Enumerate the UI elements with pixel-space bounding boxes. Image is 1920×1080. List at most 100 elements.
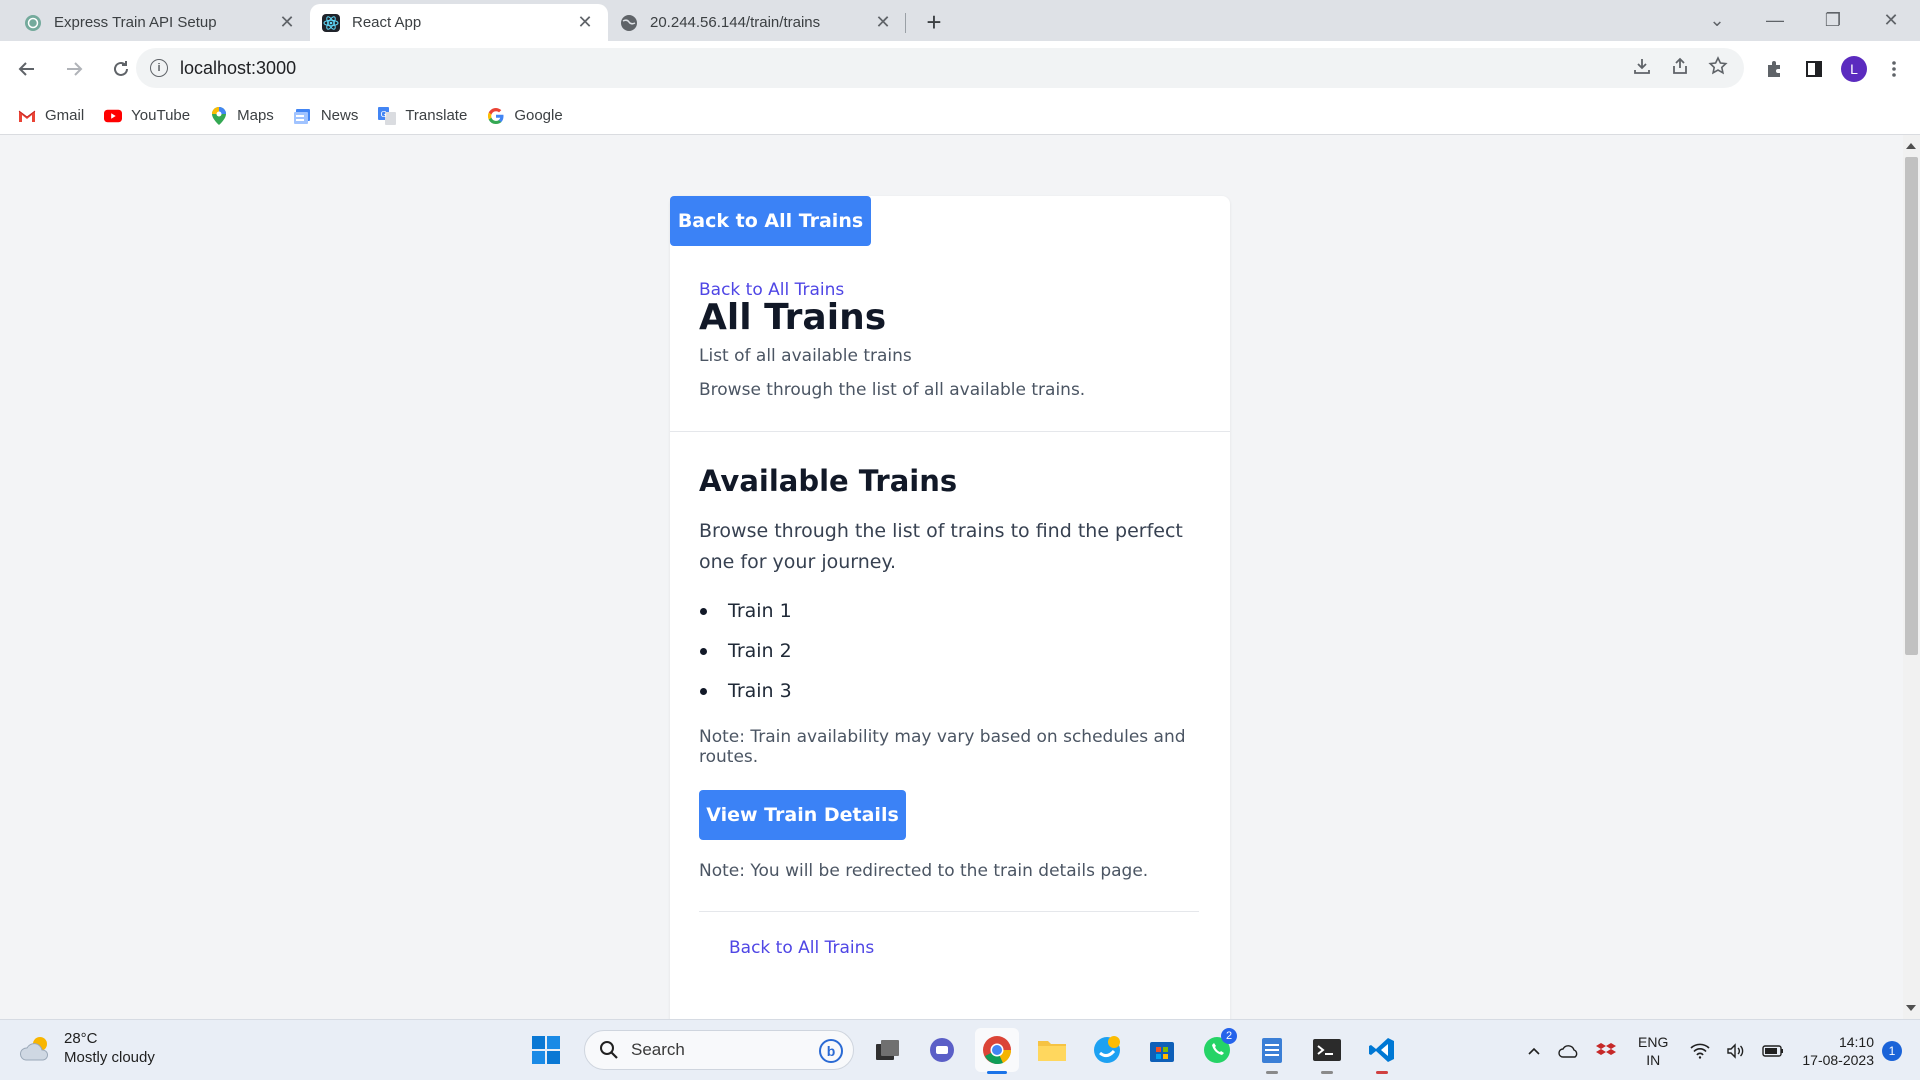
running-indicator — [1321, 1071, 1333, 1074]
system-clock[interactable]: 14:10 17-08-2023 — [1802, 1033, 1874, 1069]
bookmark-news[interactable]: News — [293, 107, 359, 125]
page-description: Browse through the list of all available… — [699, 380, 1086, 400]
svg-text:G: G — [381, 110, 387, 119]
bookmark-label: News — [320, 107, 359, 124]
bookmark-youtube[interactable]: YouTube — [104, 107, 190, 125]
divider — [699, 911, 1199, 912]
close-icon[interactable]: ✕ — [872, 12, 894, 34]
close-window-button[interactable]: ✕ — [1862, 10, 1920, 31]
bookmark-label: YouTube — [131, 107, 191, 124]
youtube-icon — [104, 107, 123, 125]
taskbar-search[interactable]: Search b — [584, 1030, 854, 1070]
chatgpt-icon — [24, 14, 42, 32]
bullet-icon — [700, 607, 707, 615]
trains-card: Back to All Trains Back to All Trains Al… — [670, 196, 1230, 1019]
weather-condition: Mostly cloudy — [64, 1049, 155, 1066]
bookmark-translate[interactable]: G Translate — [378, 106, 468, 125]
bullet-icon — [700, 647, 707, 655]
task-view-icon[interactable] — [865, 1028, 909, 1072]
chrome-icon[interactable] — [975, 1028, 1019, 1074]
view-train-details-button[interactable]: View Train Details — [699, 790, 906, 840]
bookmark-star-icon[interactable] — [1708, 55, 1728, 81]
tab-express-train-api[interactable]: Express Train API Setup ✕ — [12, 4, 310, 41]
page-scrollbar[interactable] — [1903, 135, 1920, 1019]
back-to-all-trains-button[interactable]: Back to All Trains — [670, 196, 871, 246]
scroll-down-arrow-icon[interactable] — [1906, 1005, 1916, 1011]
scroll-thumb[interactable] — [1905, 157, 1918, 655]
chevron-up-icon[interactable] — [1526, 1043, 1542, 1059]
language-indicator[interactable]: ENG IN — [1638, 1033, 1668, 1069]
browser-tab-strip: Express Train API Setup ✕ React App ✕ 20… — [0, 0, 1920, 41]
new-tab-button[interactable]: + — [916, 4, 952, 41]
bookmark-gmail[interactable]: Gmail — [18, 107, 84, 125]
share-icon[interactable] — [1670, 56, 1690, 81]
tab-train-api-endpoint[interactable]: 20.244.56.144/train/trains ✕ — [608, 4, 906, 41]
wifi-icon[interactable] — [1690, 1043, 1710, 1059]
whatsapp-icon[interactable]: 2 — [1195, 1028, 1239, 1072]
windows-start-icon[interactable] — [524, 1028, 568, 1072]
tab-separator — [905, 13, 906, 33]
bookmark-google[interactable]: Google — [487, 107, 563, 125]
teams-chat-icon[interactable] — [920, 1028, 964, 1072]
list-item: Train 3 — [699, 671, 1199, 711]
bullet-icon — [700, 687, 707, 695]
train-list: Train 1 Train 2 Train 3 — [699, 591, 1199, 711]
file-explorer-icon[interactable] — [1030, 1028, 1074, 1072]
edge-icon[interactable] — [1085, 1028, 1129, 1072]
side-panel-icon[interactable] — [1798, 53, 1830, 85]
bookmarks-bar: Gmail YouTube Maps News G Translate Goog… — [0, 97, 1920, 135]
train-name: Train 3 — [728, 680, 792, 702]
card-header: Back to All Trains All Trains List of al… — [699, 280, 1199, 400]
notification-badge: 2 — [1221, 1028, 1237, 1044]
scroll-up-arrow-icon[interactable] — [1906, 143, 1916, 149]
close-icon[interactable]: ✕ — [276, 12, 298, 34]
react-icon — [322, 13, 340, 32]
volume-icon[interactable] — [1726, 1042, 1746, 1059]
section-description: Browse through the list of trains to fin… — [699, 520, 1183, 573]
train-name: Train 1 — [728, 600, 792, 622]
close-icon[interactable]: ✕ — [574, 12, 596, 34]
train-name: Train 2 — [728, 640, 792, 662]
bookmark-label: Translate — [405, 107, 468, 124]
minimize-button[interactable]: — — [1746, 10, 1804, 31]
restore-button[interactable]: ❐ — [1804, 10, 1862, 31]
extensions-icon[interactable] — [1758, 53, 1790, 85]
clock-date: 17-08-2023 — [1802, 1051, 1874, 1068]
bookmark-maps[interactable]: Maps — [210, 106, 274, 125]
language-code: ENG — [1638, 1033, 1669, 1050]
back-icon[interactable] — [7, 49, 47, 89]
tab-search-icon[interactable]: ⌄ — [1688, 10, 1746, 31]
reload-icon[interactable] — [101, 49, 141, 89]
battery-icon[interactable] — [1762, 1044, 1784, 1058]
site-info-icon[interactable]: i — [150, 59, 168, 77]
profile-avatar[interactable]: L — [1838, 53, 1870, 85]
tab-react-app[interactable]: React App ✕ — [310, 4, 608, 41]
bing-icon[interactable]: b — [819, 1039, 843, 1063]
bottom-back-to-all-trains-link[interactable]: Back to All Trains — [729, 938, 1199, 958]
menu-kebab-icon[interactable] — [1878, 53, 1910, 85]
dropbox-icon[interactable] — [1596, 1042, 1617, 1060]
weather-widget[interactable]: 28°C Mostly cloudy — [20, 1030, 155, 1068]
globe-icon — [620, 14, 638, 32]
address-bar[interactable]: i localhost:3000 — [136, 48, 1744, 88]
system-tray: ENG IN 14:10 17-08-2023 1 — [1518, 1020, 1920, 1080]
gmail-icon — [18, 107, 36, 125]
microsoft-store-icon[interactable] — [1140, 1028, 1184, 1072]
running-indicator — [987, 1071, 1007, 1074]
forward-icon[interactable] — [54, 49, 94, 89]
notepad-icon[interactable] — [1250, 1028, 1294, 1074]
avatar: L — [1841, 56, 1867, 82]
install-app-icon[interactable] — [1632, 56, 1652, 81]
notification-count-badge[interactable]: 1 — [1882, 1040, 1902, 1061]
section-title: Available Trains — [699, 464, 958, 498]
maps-icon — [210, 106, 228, 125]
bookmark-label: Google — [514, 107, 563, 124]
vscode-icon[interactable] — [1360, 1028, 1404, 1074]
redirect-note: Note: You will be redirected to the trai… — [699, 861, 1149, 881]
onedrive-cloud-icon[interactable] — [1558, 1043, 1580, 1059]
running-indicator — [1376, 1071, 1388, 1074]
terminal-icon[interactable] — [1305, 1028, 1349, 1074]
available-trains-section: Available Trains Browse through the list… — [699, 464, 1199, 958]
running-indicator — [1266, 1071, 1278, 1074]
cloudy-weather-icon — [20, 1034, 54, 1064]
